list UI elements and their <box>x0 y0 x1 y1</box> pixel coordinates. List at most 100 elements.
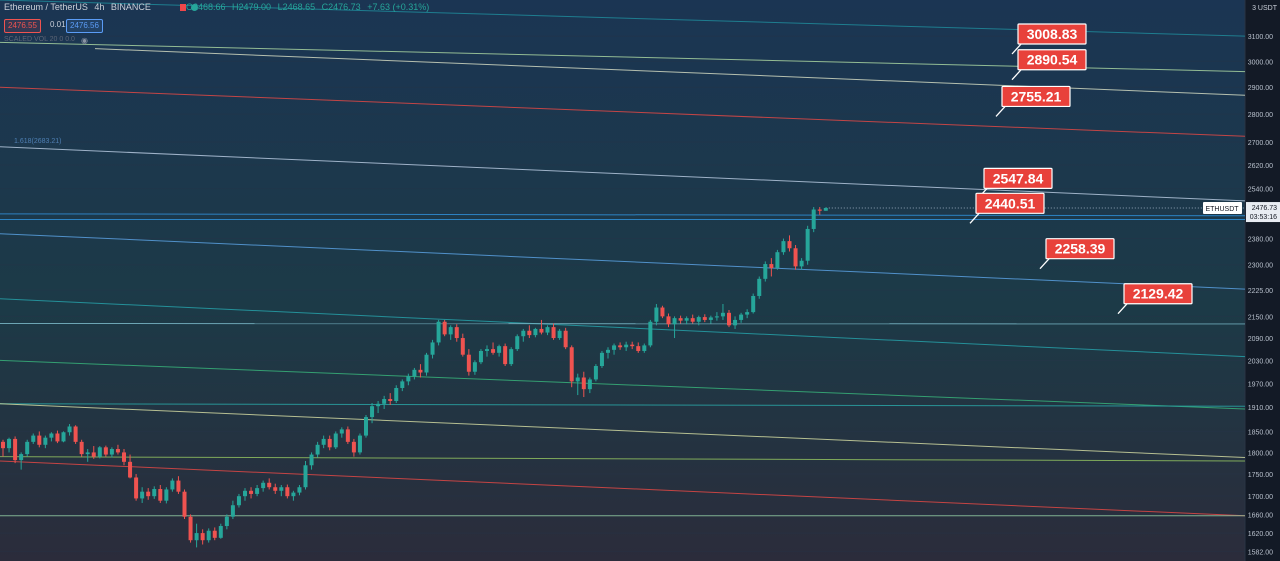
candle[interactable] <box>230 505 235 517</box>
candle[interactable] <box>533 328 538 336</box>
eye-icon[interactable]: ◉ <box>81 37 93 45</box>
candle[interactable] <box>739 314 744 320</box>
candle[interactable] <box>61 432 66 442</box>
candle[interactable] <box>297 487 302 493</box>
candle[interactable] <box>152 489 157 497</box>
chart-area[interactable]: 3008.83 2890.54 2755.21 2547.84 2440.51 2258.… <box>0 0 1280 561</box>
candle[interactable] <box>85 452 90 455</box>
candle[interactable] <box>19 454 24 461</box>
candle[interactable] <box>599 352 604 367</box>
interval-label[interactable]: 4h <box>94 2 104 12</box>
candle[interactable] <box>255 488 260 494</box>
candle[interactable] <box>370 406 375 418</box>
candle[interactable] <box>454 327 459 339</box>
candle[interactable] <box>394 387 399 402</box>
candle[interactable] <box>55 433 60 442</box>
candle[interactable] <box>587 379 592 390</box>
candle[interactable] <box>769 264 774 269</box>
candle[interactable] <box>593 366 598 380</box>
candle[interactable] <box>430 342 435 355</box>
candle[interactable] <box>763 264 768 279</box>
candle[interactable] <box>243 490 247 497</box>
candle[interactable] <box>545 327 550 333</box>
candle[interactable] <box>140 491 145 499</box>
candle[interactable] <box>418 369 423 373</box>
candle[interactable] <box>91 452 96 457</box>
candle[interactable] <box>612 345 617 350</box>
candle[interactable] <box>146 491 151 497</box>
candle[interactable] <box>708 317 713 320</box>
candle[interactable] <box>303 465 308 488</box>
candle[interactable] <box>745 312 750 315</box>
candle[interactable] <box>97 447 102 457</box>
candle[interactable] <box>37 435 42 445</box>
candle[interactable] <box>7 438 12 449</box>
candle[interactable] <box>261 482 266 489</box>
candle[interactable] <box>672 318 677 325</box>
candle[interactable] <box>618 345 623 348</box>
candle[interactable] <box>497 346 502 353</box>
candle[interactable] <box>727 312 731 326</box>
candle[interactable] <box>115 449 120 453</box>
candle[interactable] <box>648 321 653 346</box>
candle[interactable] <box>218 526 223 538</box>
bid-price-button[interactable]: 2476.55 <box>4 19 41 33</box>
candle[interactable] <box>1 441 5 449</box>
candle[interactable] <box>696 317 701 322</box>
candle[interactable] <box>472 362 477 372</box>
candle[interactable] <box>424 354 429 373</box>
candle[interactable] <box>122 452 126 462</box>
candle[interactable] <box>636 346 641 351</box>
candle[interactable] <box>134 477 139 499</box>
candle[interactable] <box>49 433 54 438</box>
candle[interactable] <box>279 487 284 491</box>
candle[interactable] <box>273 487 278 491</box>
candle[interactable] <box>793 248 798 267</box>
candle[interactable] <box>236 496 241 506</box>
candle[interactable] <box>188 516 193 541</box>
candle[interactable] <box>43 437 48 445</box>
candle[interactable] <box>539 328 544 333</box>
candle[interactable] <box>666 316 671 325</box>
candle[interactable] <box>400 381 405 388</box>
candle[interactable] <box>176 480 181 492</box>
candle[interactable] <box>503 346 508 365</box>
candle[interactable] <box>364 417 368 436</box>
candle[interactable] <box>521 330 526 337</box>
candle[interactable] <box>206 530 211 541</box>
candle[interactable] <box>569 347 574 382</box>
candle[interactable] <box>823 207 828 211</box>
candle[interactable] <box>733 319 738 326</box>
candle[interactable] <box>376 403 381 407</box>
candle[interactable] <box>351 441 356 453</box>
candle[interactable] <box>448 327 453 335</box>
candle[interactable] <box>25 441 30 455</box>
candle[interactable] <box>606 349 610 353</box>
candle[interactable] <box>720 312 725 317</box>
candle[interactable] <box>515 336 520 350</box>
candle[interactable] <box>164 489 169 501</box>
candle[interactable] <box>315 444 320 455</box>
candle[interactable] <box>642 345 647 351</box>
candle[interactable] <box>751 295 756 313</box>
candle[interactable] <box>690 318 695 322</box>
candle[interactable] <box>182 491 187 517</box>
candle[interactable] <box>702 317 707 320</box>
candle[interactable] <box>212 530 217 538</box>
symbol-name[interactable]: Ethereum / TetherUS <box>4 2 88 12</box>
candle[interactable] <box>388 399 393 402</box>
candle[interactable] <box>551 327 556 339</box>
candle[interactable] <box>660 307 665 317</box>
candle[interactable] <box>67 426 72 433</box>
candle[interactable] <box>224 516 229 527</box>
candle[interactable] <box>575 377 580 382</box>
candle[interactable] <box>757 278 762 296</box>
candle[interactable] <box>678 318 683 321</box>
candle[interactable] <box>109 449 114 455</box>
candle[interactable] <box>491 349 496 353</box>
candle[interactable] <box>563 330 568 348</box>
candle[interactable] <box>158 489 163 501</box>
candle[interactable] <box>781 241 786 253</box>
candle[interactable] <box>787 241 792 249</box>
candle[interactable] <box>817 209 822 211</box>
